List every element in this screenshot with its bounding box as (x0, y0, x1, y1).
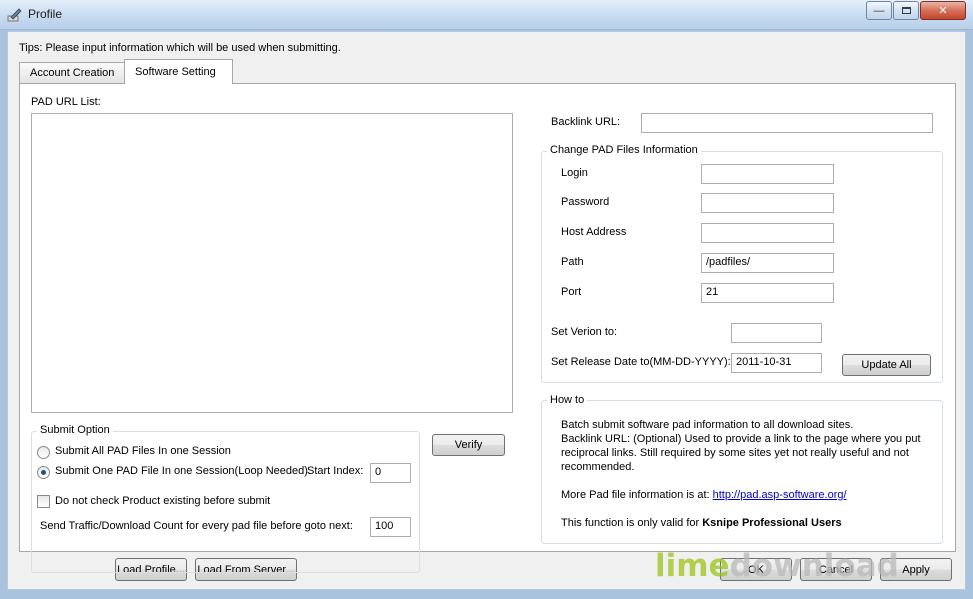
valid-for-line: This function is only valid for Ksnipe P… (561, 516, 842, 530)
change-pad-group-title: Change PAD Files Information (547, 144, 701, 156)
howto-line-1: Batch submit software pad information to… (561, 419, 854, 431)
path-input[interactable]: /padfiles/ (701, 253, 834, 273)
start-index-label: Start Index: (307, 465, 364, 477)
login-input[interactable] (701, 164, 834, 184)
no-check-product-checkbox[interactable] (37, 495, 50, 508)
dialog-client-area: Tips: Please input information which wil… (7, 31, 966, 590)
set-version-label: Set Verion to: (551, 326, 618, 338)
backlink-url-label: Backlink URL: (551, 116, 621, 128)
close-icon: ✕ (938, 5, 948, 17)
backlink-url-input[interactable] (641, 113, 933, 133)
verify-button[interactable]: Verify (432, 434, 505, 456)
maximize-button[interactable] (893, 1, 919, 20)
valid-for-text: This function is only valid for (561, 517, 703, 529)
traffic-count-input[interactable]: 100 (370, 517, 411, 537)
set-version-input[interactable] (731, 323, 822, 343)
submit-all-radio[interactable] (37, 446, 50, 459)
window-title: Profile (28, 7, 63, 21)
path-label: Path (561, 256, 584, 268)
update-all-button[interactable]: Update All (842, 354, 931, 376)
close-button[interactable]: ✕ (920, 1, 966, 20)
password-input[interactable] (701, 193, 834, 213)
watermark-logo: limedownload (655, 548, 899, 584)
profile-app-icon (7, 8, 22, 22)
tab-account-creation[interactable]: Account Creation (19, 62, 125, 83)
minimize-icon: — (873, 4, 885, 17)
submit-one-label: Submit One PAD File In one Session(Loop … (55, 465, 311, 477)
watermark-download: download (729, 548, 899, 584)
pad-url-listbox[interactable] (31, 113, 513, 413)
traffic-count-label: Send Traffic/Download Count for every pa… (40, 520, 353, 532)
maximize-icon (901, 7, 911, 14)
no-check-product-label: Do not check Product existing before sub… (55, 495, 271, 507)
howto-line-4: recommended. (561, 461, 635, 473)
tips-text: Tips: Please input information which wil… (19, 42, 341, 54)
pad-url-list-label: PAD URL List: (31, 96, 101, 108)
password-label: Password (561, 196, 610, 208)
more-info-line: More Pad file information is at: http://… (561, 488, 847, 502)
submit-all-label: Submit All PAD Files In one Session (55, 445, 231, 457)
release-date-label: Set Release Date to(MM-DD-YYYY): (551, 356, 731, 368)
port-input[interactable]: 21 (701, 283, 834, 303)
host-address-label: Host Address (561, 226, 627, 238)
tab-software-setting[interactable]: Software Setting (124, 59, 233, 84)
watermark-lime: lime (655, 548, 730, 584)
pad-spec-link[interactable]: http://pad.asp-software.org/ (713, 489, 847, 501)
howto-line-2: Backlink URL: (Optional) Used to provide… (561, 433, 921, 445)
login-label: Login (561, 167, 588, 179)
howto-group-title: How to (547, 394, 588, 406)
submit-one-radio[interactable] (37, 466, 50, 479)
more-info-text: More Pad file information is at: (561, 489, 713, 501)
valid-for-edition: Ksnipe Professional Users (702, 517, 842, 529)
host-address-input[interactable] (701, 223, 834, 243)
release-date-input[interactable]: 2011-10-31 (731, 353, 822, 373)
title-bar[interactable] (0, 0, 973, 30)
software-setting-panel: PAD URL List: Backlink URL: Change PAD F… (19, 83, 956, 573)
howto-line-3: reciprocal links. Still required by some… (561, 447, 909, 459)
start-index-input[interactable]: 0 (370, 463, 411, 483)
minimize-button[interactable]: — (866, 1, 892, 20)
submit-option-title: Submit Option (37, 424, 113, 436)
port-label: Port (561, 286, 582, 298)
